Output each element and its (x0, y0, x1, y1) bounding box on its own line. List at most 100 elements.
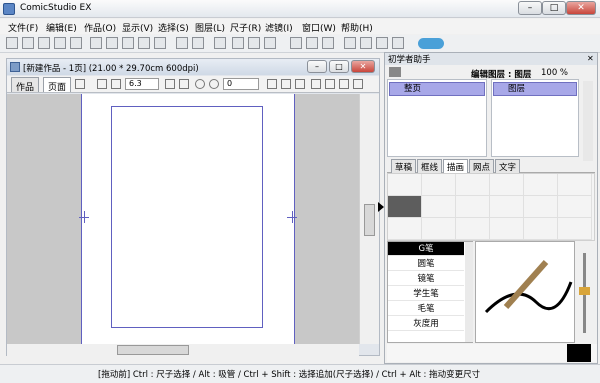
cut-layer-icon[interactable] (214, 37, 226, 49)
page-fit-icon[interactable] (165, 79, 175, 89)
pen-list-scrollbar[interactable] (465, 242, 473, 342)
close-button[interactable]: ✕ (566, 1, 596, 15)
menu-select[interactable]: 选择(S) (158, 21, 189, 34)
rotate-left-icon[interactable] (195, 79, 205, 89)
folder-icon[interactable] (344, 37, 356, 49)
pen-item-g[interactable]: G笔 (388, 242, 464, 256)
menu-window[interactable]: 窗口(W) (302, 21, 336, 34)
ellipse-icon[interactable] (558, 174, 592, 196)
zoom-out-icon[interactable] (111, 79, 121, 89)
rotate-right-icon[interactable] (209, 79, 219, 89)
tab-frame[interactable]: 框线 (417, 159, 443, 173)
vertical-scroll-thumb[interactable] (364, 204, 375, 236)
menu-work[interactable]: 作品(O) (84, 21, 116, 34)
tab-close-icon[interactable] (75, 79, 85, 89)
layer-settings-icon[interactable] (248, 37, 260, 49)
doc-close-button[interactable]: ✕ (351, 60, 375, 73)
menu-file[interactable]: 文件(F) (8, 21, 38, 34)
misc-tool-icon[interactable] (558, 218, 592, 240)
page-tree[interactable]: 整页 (387, 79, 487, 157)
panel-close-icon[interactable]: ✕ (587, 54, 596, 63)
save-as-icon[interactable] (70, 37, 82, 49)
horizontal-scroll-thumb[interactable] (117, 345, 189, 355)
vertical-scrollbar[interactable] (359, 94, 379, 344)
marker-icon[interactable] (490, 196, 524, 218)
eyedropper-icon[interactable] (388, 218, 422, 240)
preview-icon[interactable] (392, 37, 404, 49)
rotation-field[interactable]: 0 (223, 78, 259, 90)
paper[interactable] (81, 94, 295, 344)
canvas-area[interactable] (7, 94, 359, 344)
menu-edit[interactable]: 编辑(E) (46, 21, 77, 34)
pattern-icon[interactable] (490, 218, 524, 240)
cut-icon[interactable] (106, 37, 118, 49)
pen-size-thumb[interactable] (579, 287, 590, 295)
layer-side-toolbar[interactable] (583, 81, 593, 161)
tab-draft[interactable]: 草稿 (391, 159, 417, 173)
save-icon[interactable] (54, 37, 66, 49)
rect-select-icon[interactable] (388, 174, 422, 196)
copy-icon[interactable] (122, 37, 134, 49)
undo-icon[interactable] (176, 37, 188, 49)
flip-icon[interactable] (267, 79, 277, 89)
layer-palette-icon[interactable] (290, 37, 302, 49)
new-page-icon[interactable] (22, 37, 34, 49)
property-icon[interactable] (306, 37, 318, 49)
corner-icon[interactable] (311, 79, 321, 89)
menu-ruler[interactable]: 尺子(R) (230, 21, 261, 34)
link-toggle-icon[interactable] (418, 38, 444, 49)
pen-tool-icon[interactable] (389, 67, 401, 77)
pen-item-brush[interactable]: 毛笔 (388, 302, 464, 316)
pen-icon[interactable] (388, 196, 422, 218)
pen-list[interactable]: G笔 圆笔 镜笔 学生笔 毛笔 灰度用 (387, 241, 473, 343)
color-swatches[interactable] (387, 344, 597, 362)
layer-list[interactable]: 图层 (491, 79, 579, 157)
pen-item-mirror[interactable]: 镜笔 (388, 272, 464, 286)
open-icon[interactable] (38, 37, 50, 49)
reset-view-icon[interactable] (325, 79, 335, 89)
view-option-icon[interactable] (339, 79, 349, 89)
brush-icon[interactable] (456, 196, 490, 218)
layer-item[interactable]: 图层 (493, 82, 577, 96)
black-swatch[interactable] (567, 344, 591, 362)
tone-icon[interactable] (524, 218, 558, 240)
zoom-fit-icon[interactable] (97, 79, 107, 89)
page-list-icon[interactable] (264, 37, 276, 49)
frame-icon[interactable] (376, 37, 388, 49)
mirror-vertical-icon[interactable] (295, 79, 305, 89)
tab-page[interactable]: 页面 (43, 77, 72, 93)
pen-item-student[interactable]: 学生笔 (388, 287, 464, 301)
menu-layer[interactable]: 图层(L) (195, 21, 225, 34)
menu-filter[interactable]: 滤镜(I) (265, 21, 293, 34)
line-icon[interactable] (490, 174, 524, 196)
tab-text[interactable]: 文字 (495, 159, 521, 173)
rectangle-icon[interactable] (524, 174, 558, 196)
paste-icon[interactable] (138, 37, 150, 49)
tree-item-page[interactable]: 整页 (389, 82, 485, 96)
menu-help[interactable]: 帮助(H) (341, 21, 373, 34)
eraser-icon[interactable] (524, 196, 558, 218)
pencil-icon[interactable] (422, 196, 456, 218)
page-turn-icon[interactable] (179, 79, 189, 89)
magic-wand-icon[interactable] (456, 174, 490, 196)
pen-item-gray[interactable]: 灰度用 (388, 317, 464, 331)
pen-item-round[interactable]: 圆笔 (388, 257, 464, 271)
zoom-field[interactable]: 6.3 (125, 78, 159, 90)
minimize-button[interactable]: – (518, 1, 542, 15)
maximize-button[interactable]: □ (542, 1, 566, 15)
grid-icon[interactable] (322, 37, 334, 49)
window-icon[interactable] (360, 37, 372, 49)
sparkle-icon[interactable] (456, 218, 490, 240)
tab-work[interactable]: 作品 (11, 77, 40, 93)
horizontal-scrollbar[interactable] (7, 344, 359, 356)
lasso-icon[interactable] (422, 174, 456, 196)
redo-icon[interactable] (192, 37, 204, 49)
tab-draw[interactable]: 描画 (443, 159, 469, 173)
fill-icon[interactable] (558, 196, 592, 218)
page-layout-icon[interactable] (232, 37, 244, 49)
doc-minimize-button[interactable]: – (307, 60, 327, 73)
tab-tone[interactable]: 网点 (469, 159, 495, 173)
new-icon[interactable] (6, 37, 18, 49)
guide-icon[interactable] (353, 79, 363, 89)
doc-maximize-button[interactable]: □ (329, 60, 349, 73)
